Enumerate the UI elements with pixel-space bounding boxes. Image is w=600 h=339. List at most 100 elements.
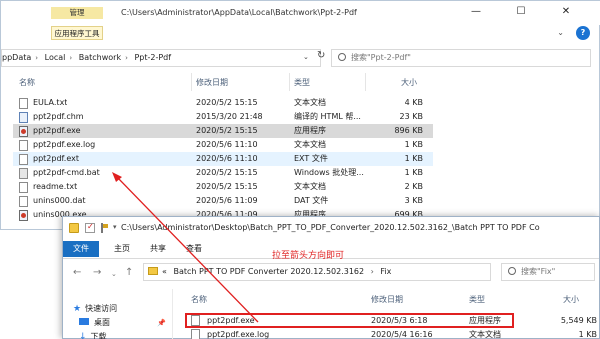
file-date: 2020/5/6 11:09 [196, 196, 258, 205]
search-icon [338, 53, 346, 61]
application-tools-tab[interactable]: 应用程序工具 [51, 26, 103, 40]
address-dropdown-icon[interactable]: ⌄ [303, 53, 309, 61]
close-button[interactable]: ✕ [557, 5, 575, 19]
ribbon-expand-icon[interactable]: ⌄ [557, 28, 564, 37]
file-name: ppt2pdf.exe [33, 126, 81, 135]
front-search-input[interactable]: 搜索"Fix" [501, 263, 595, 281]
help-icon[interactable]: ? [576, 26, 590, 40]
file-icon [19, 196, 28, 207]
file-name: ppt2pdf-cmd.bat [33, 168, 100, 177]
pin-icon[interactable]: 📌 [157, 319, 166, 327]
batch-file-icon [19, 168, 28, 179]
file-size: 4 KB [404, 98, 423, 107]
nav-quick-access[interactable]: ★ 快速访问 [73, 302, 117, 316]
file-row[interactable]: ppt2pdf.exe.log 2020/5/4 16:16 文本文档 1 KB [187, 328, 597, 339]
column-header-type[interactable]: 类型 [294, 77, 310, 88]
file-type: 编译的 HTML 帮... [294, 112, 361, 121]
text-file-icon [19, 98, 28, 109]
file-size: 1 KB [578, 330, 597, 339]
file-date: 2020/5/6 11:10 [196, 140, 258, 149]
search-icon [508, 267, 516, 275]
column-header-type[interactable]: 类型 [469, 294, 485, 305]
back-search-input[interactable]: 搜索"Ppt-2-Pdf" [331, 49, 591, 67]
maximize-button[interactable]: ☐ [512, 5, 530, 19]
file-row[interactable]: unins000.dat 2020/5/6 11:09 DAT 文件 3 KB [13, 194, 433, 208]
file-type: 应用程序 [294, 126, 326, 135]
file-name: ppt2pdf.ext [33, 154, 79, 163]
folder-icon[interactable] [69, 223, 79, 233]
column-header-name[interactable]: 名称 [191, 294, 207, 305]
file-type: 文本文档 [294, 98, 326, 107]
file-date: 2020/5/4 16:16 [371, 330, 433, 339]
properties-check-icon[interactable] [85, 222, 95, 233]
nav-desktop[interactable]: 桌面 [79, 316, 110, 330]
nav-downloads[interactable]: ↓ 下载 [79, 330, 107, 339]
tab-view[interactable]: 查看 [179, 241, 209, 257]
file-date: 2020/5/2 15:15 [196, 98, 258, 107]
breadcrumb-separator-icon: › [370, 267, 374, 276]
file-name: ppt2pdf.exe.log [33, 140, 96, 149]
column-divider[interactable] [191, 73, 192, 91]
back-title-bar: 管理 C:\Users\Administrator\AppData\Local\… [1, 1, 600, 25]
file-row-selected[interactable]: ppt2pdf.exe 2020/5/2 15:15 应用程序 896 KB [13, 124, 433, 138]
breadcrumb-item[interactable]: Batchwork [79, 53, 121, 62]
history-dropdown-icon[interactable]: ⌄ [111, 270, 117, 278]
file-icon [19, 154, 28, 165]
front-address-bar[interactable]: « Batch PPT TO PDF Converter 2020.12.502… [143, 263, 491, 281]
back-explorer-window: 管理 C:\Users\Administrator\AppData\Local\… [0, 0, 600, 230]
file-row[interactable]: ppt2pdf.exe.log 2020/5/6 11:10 文本文档 1 KB [13, 138, 433, 152]
text-file-icon [191, 329, 200, 339]
new-folder-icon[interactable] [101, 223, 111, 233]
back-address-bar[interactable]: ppData › Local › Batchwork › Ppt-2-Pdf [1, 49, 321, 67]
file-type: Windows 批处理... [294, 168, 364, 177]
column-header-name[interactable]: 名称 [19, 77, 35, 88]
breadcrumb-item[interactable]: Fix [380, 267, 391, 276]
file-row-hover[interactable]: ppt2pdf.ext 2020/5/6 11:10 EXT 文件 1 KB [13, 152, 433, 166]
file-date: 2015/3/20 21:48 [196, 112, 263, 121]
file-date: 2020/5/2 15:15 [196, 182, 258, 191]
column-header-size[interactable]: 大小 [563, 294, 579, 305]
file-name: unins000.dat [33, 196, 86, 205]
file-name: ppt2pdf.chm [33, 112, 84, 121]
quick-access-dropdown-icon[interactable]: ▾ [113, 223, 117, 231]
back-arrow-icon[interactable]: ← [73, 267, 81, 278]
file-row[interactable]: readme.txt 2020/5/2 15:15 文本文档 2 KB [13, 180, 433, 194]
back-window-title: C:\Users\Administrator\AppData\Local\Bat… [121, 8, 357, 17]
file-type: 文本文档 [469, 330, 501, 339]
front-window-title: C:\Users\Administrator\Desktop\Batch_PPT… [121, 223, 540, 232]
file-date: 2020/5/6 11:10 [196, 154, 258, 163]
column-header-size[interactable]: 大小 [401, 77, 417, 88]
column-divider[interactable] [365, 73, 366, 91]
download-icon: ↓ [79, 332, 87, 339]
breadcrumb-separator-icon: › [125, 54, 128, 62]
file-size: 23 KB [399, 112, 423, 121]
breadcrumb-item[interactable]: Ppt-2-Pdf [134, 53, 171, 62]
forward-arrow-icon[interactable]: → [93, 267, 101, 278]
highlight-box [185, 313, 514, 328]
up-arrow-icon[interactable]: ↑ [125, 267, 133, 278]
refresh-icon[interactable]: ↻ [317, 50, 325, 61]
desktop-icon [79, 318, 89, 325]
breadcrumb-item[interactable]: Local [45, 53, 66, 62]
file-size: 896 KB [394, 126, 423, 135]
breadcrumb-item[interactable]: ppData [2, 53, 31, 62]
file-date: 2020/5/2 15:15 [196, 168, 258, 177]
file-row[interactable]: EULA.txt 2020/5/2 15:15 文本文档 4 KB [13, 96, 433, 110]
column-divider[interactable] [289, 73, 290, 91]
file-row[interactable]: ppt2pdf-cmd.bat 2020/5/2 15:15 Windows 批… [13, 166, 433, 180]
breadcrumb-separator-icon: › [35, 54, 39, 62]
column-header-date[interactable]: 修改日期 [371, 294, 403, 305]
application-icon [19, 126, 28, 137]
breadcrumb-item[interactable]: Batch PPT TO PDF Converter 2020.12.502.3… [173, 267, 364, 276]
file-row[interactable]: ppt2pdf.chm 2015/3/20 21:48 编译的 HTML 帮..… [13, 110, 433, 124]
manage-context-tab[interactable]: 管理 [51, 7, 103, 19]
breadcrumb-overflow[interactable]: « [162, 267, 167, 276]
minimize-button[interactable]: — [467, 5, 485, 19]
tab-share[interactable]: 共享 [143, 241, 173, 257]
column-header-date[interactable]: 修改日期 [196, 77, 228, 88]
folder-icon [148, 267, 158, 275]
help-file-icon [19, 112, 28, 123]
tab-home[interactable]: 主页 [107, 241, 137, 257]
application-icon [19, 210, 28, 221]
tab-file[interactable]: 文件 [63, 241, 99, 257]
